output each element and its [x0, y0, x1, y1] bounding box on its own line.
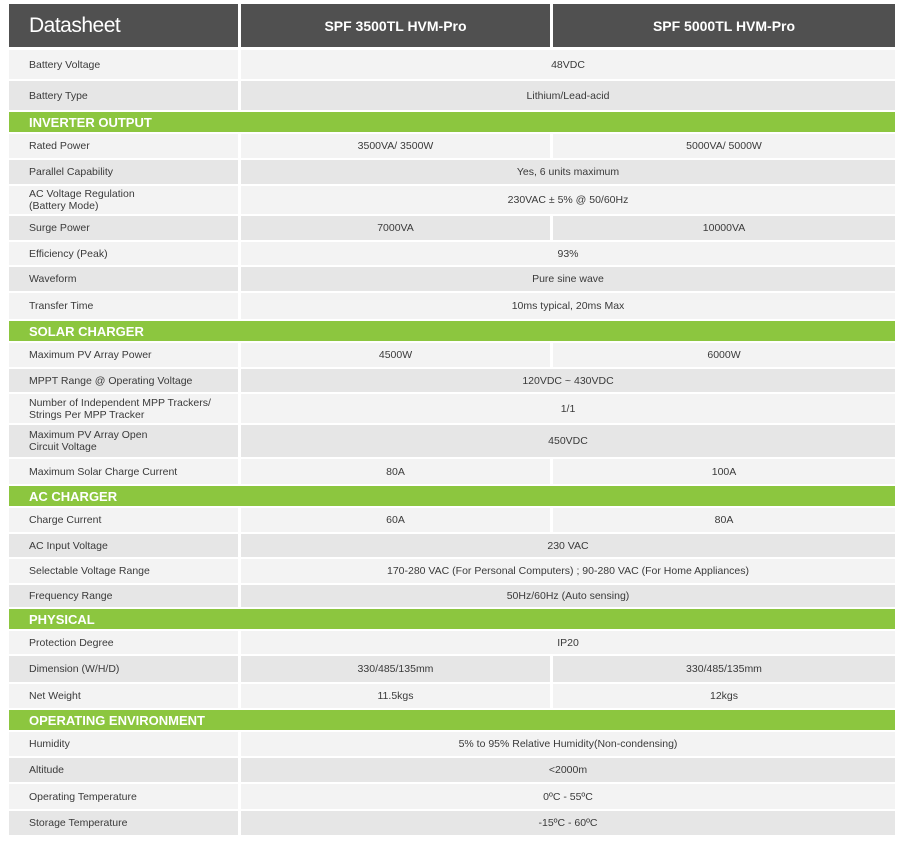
table-row: Efficiency (Peak) 93% — [9, 242, 895, 265]
spec-label: Operating Temperature — [9, 784, 238, 809]
table-header: Datasheet SPF 3500TL HVM-Pro SPF 5000TL … — [9, 4, 895, 47]
spec-value-shared: -15ºC - 60ºC — [241, 811, 895, 835]
table-row: Net Weight 11.5kgs 12kgs — [9, 684, 895, 708]
table-body: Battery Voltage 48VDC Battery Type Lithium/… — [9, 50, 895, 835]
spec-label: Dimension (W/H/D) — [9, 656, 238, 682]
table-row: Selectable Voltage Range 170-280 VAC (For… — [9, 559, 895, 583]
spec-value-shared: 450VDC — [241, 425, 895, 457]
model-2-header: SPF 5000TL HVM-Pro — [553, 4, 895, 47]
spec-label: Protection Degree — [9, 631, 238, 654]
spec-value-shared: Pure sine wave — [241, 267, 895, 291]
spec-label: Rated Power — [9, 134, 238, 158]
section-header: PHYSICAL — [9, 609, 895, 629]
table-row: Altitude <2000m — [9, 758, 895, 782]
spec-value-model-2: 100A — [553, 459, 895, 484]
table-row: Rated Power 3500VA/ 3500W 5000VA/ 5000W — [9, 134, 895, 158]
spec-value-shared: 10ms typical, 20ms Max — [241, 293, 895, 319]
spec-label: AC Input Voltage — [9, 534, 238, 557]
spec-label: Net Weight — [9, 684, 238, 708]
table-row: Parallel Capability Yes, 6 units maximum — [9, 160, 895, 184]
spec-value-model-1: 4500W — [241, 343, 550, 367]
table-row: AC Voltage Regulation (Battery Mode) 230V… — [9, 186, 895, 214]
spec-label: Altitude — [9, 758, 238, 782]
spec-label: Parallel Capability — [9, 160, 238, 184]
table-row: Protection Degree IP20 — [9, 631, 895, 654]
spec-label: Storage Temperature — [9, 811, 238, 835]
spec-value-shared: 93% — [241, 242, 895, 265]
table-row: Maximum Solar Charge Current 80A 100A — [9, 459, 895, 484]
table-row: Number of Independent MPP Trackers/ Stri… — [9, 394, 895, 423]
table-row: Humidity 5% to 95% Relative Humidity(Non-… — [9, 732, 895, 756]
spec-value-shared: 230 VAC — [241, 534, 895, 557]
spec-value-model-2: 80A — [553, 508, 895, 532]
spec-value-model-2: 6000W — [553, 343, 895, 367]
table-row: Frequency Range 50Hz/60Hz (Auto sensing) — [9, 585, 895, 607]
spec-value-model-1: 80A — [241, 459, 550, 484]
spec-value-shared: 0ºC - 55ºC — [241, 784, 895, 809]
section-header: SOLAR CHARGER — [9, 321, 895, 341]
spec-value-shared: IP20 — [241, 631, 895, 654]
spec-value-model-1: 7000VA — [241, 216, 550, 240]
spec-label: MPPT Range @ Operating Voltage — [9, 369, 238, 392]
spec-label: Selectable Voltage Range — [9, 559, 238, 583]
section-header: AC CHARGER — [9, 486, 895, 506]
spec-label: Maximum Solar Charge Current — [9, 459, 238, 484]
spec-value-shared: 170-280 VAC (For Personal Computers) ; 9… — [241, 559, 895, 583]
table-row: Operating Temperature 0ºC - 55ºC — [9, 784, 895, 809]
table-row: Waveform Pure sine wave — [9, 267, 895, 291]
spec-value-shared: 50Hz/60Hz (Auto sensing) — [241, 585, 895, 607]
section-header: OPERATING ENVIRONMENT — [9, 710, 895, 730]
spec-label: Waveform — [9, 267, 238, 291]
table-row: MPPT Range @ Operating Voltage 120VDC ~ 4… — [9, 369, 895, 392]
spec-value-model-2: 5000VA/ 5000W — [553, 134, 895, 158]
spec-label: Maximum PV Array Open Circuit Voltage — [9, 425, 238, 457]
spec-value-shared: 5% to 95% Relative Humidity(Non-condensi… — [241, 732, 895, 756]
spec-label: AC Voltage Regulation (Battery Mode) — [9, 186, 238, 214]
spec-label: Battery Type — [9, 81, 238, 110]
datasheet-table: Datasheet SPF 3500TL HVM-Pro SPF 5000TL … — [9, 4, 895, 837]
spec-label: Surge Power — [9, 216, 238, 240]
spec-value-model-1: 11.5kgs — [241, 684, 550, 708]
table-row: Transfer Time 10ms typical, 20ms Max — [9, 293, 895, 319]
spec-label: Transfer Time — [9, 293, 238, 319]
table-row: Storage Temperature -15ºC - 60ºC — [9, 811, 895, 835]
table-row: AC Input Voltage 230 VAC — [9, 534, 895, 557]
spec-value-shared: Yes, 6 units maximum — [241, 160, 895, 184]
model-1-header: SPF 3500TL HVM-Pro — [241, 4, 550, 47]
spec-value-shared: 1/1 — [241, 394, 895, 423]
spec-value-model-2: 12kgs — [553, 684, 895, 708]
spec-value-shared: 48VDC — [241, 50, 895, 79]
spec-value-model-1: 3500VA/ 3500W — [241, 134, 550, 158]
spec-value-model-2: 330/485/135mm — [553, 656, 895, 682]
table-row: Maximum PV Array Power 4500W 6000W — [9, 343, 895, 367]
datasheet-title: Datasheet — [9, 4, 238, 47]
spec-label: Charge Current — [9, 508, 238, 532]
spec-value-shared: Lithium/Lead-acid — [241, 81, 895, 110]
table-row: Surge Power 7000VA 10000VA — [9, 216, 895, 240]
spec-label: Maximum PV Array Power — [9, 343, 238, 367]
table-row: Dimension (W/H/D) 330/485/135mm 330/485/13… — [9, 656, 895, 682]
spec-label: Battery Voltage — [9, 50, 238, 79]
spec-label: Efficiency (Peak) — [9, 242, 238, 265]
table-row: Charge Current 60A 80A — [9, 508, 895, 532]
spec-label: Frequency Range — [9, 585, 238, 607]
table-row: Battery Voltage 48VDC — [9, 50, 895, 79]
spec-value-shared: 230VAC ± 5% @ 50/60Hz — [241, 186, 895, 214]
spec-value-model-1: 60A — [241, 508, 550, 532]
spec-label: Number of Independent MPP Trackers/ Stri… — [9, 394, 238, 423]
spec-label: Humidity — [9, 732, 238, 756]
table-row: Maximum PV Array Open Circuit Voltage 450… — [9, 425, 895, 457]
section-header: INVERTER OUTPUT — [9, 112, 895, 132]
spec-value-model-1: 330/485/135mm — [241, 656, 550, 682]
spec-value-shared: 120VDC ~ 430VDC — [241, 369, 895, 392]
table-row: Battery Type Lithium/Lead-acid — [9, 81, 895, 110]
spec-value-model-2: 10000VA — [553, 216, 895, 240]
spec-value-shared: <2000m — [241, 758, 895, 782]
